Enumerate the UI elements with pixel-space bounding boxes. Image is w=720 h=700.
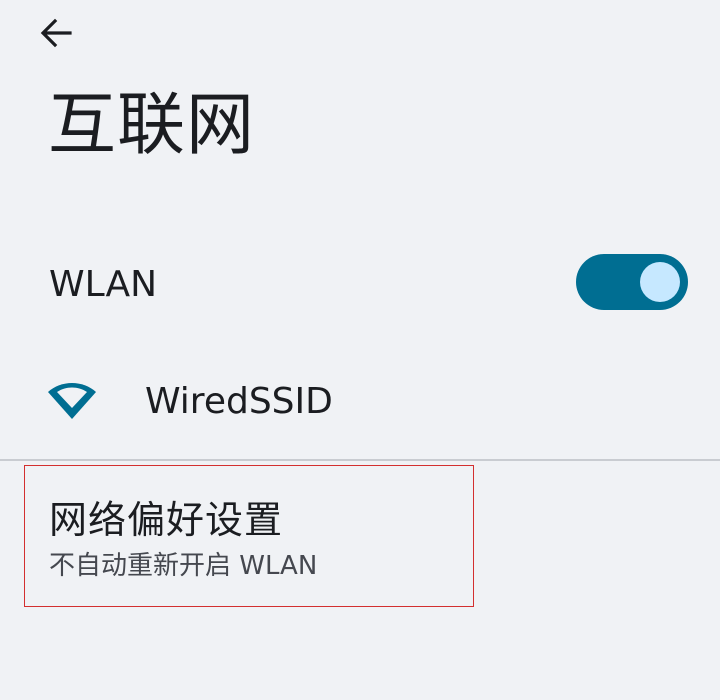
divider [0, 459, 720, 461]
wlan-switch-thumb [640, 262, 680, 302]
wlan-switch[interactable] [576, 254, 688, 310]
wlan-label: WLAN [49, 264, 158, 305]
network-preferences-title: 网络偏好设置 [49, 498, 284, 542]
arrow-back-icon [38, 15, 74, 51]
network-ssid: WiredSSID [145, 381, 333, 422]
wifi-icon [46, 378, 98, 422]
page-title: 互联网 [48, 86, 256, 165]
back-button[interactable] [28, 8, 84, 58]
network-preferences-item[interactable]: 网络偏好设置 不自动重新开启 WLAN [24, 465, 474, 607]
network-list-item[interactable]: WiredSSID [0, 352, 720, 456]
wlan-toggle-row[interactable]: WLAN [0, 236, 720, 334]
network-preferences-subtitle: 不自动重新开启 WLAN [49, 551, 318, 581]
internet-settings-screen: 互联网 WLAN WiredSSID 网络偏好设置 不自动重新开启 WLAN [0, 0, 720, 700]
